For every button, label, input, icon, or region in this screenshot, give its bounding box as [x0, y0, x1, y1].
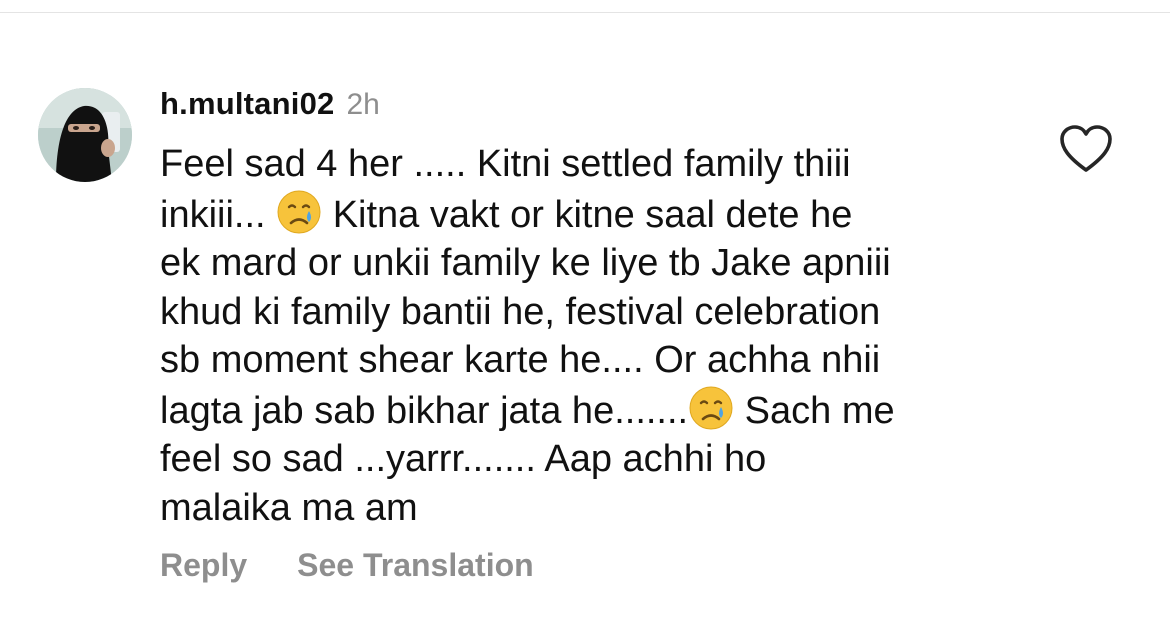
comment-line: feel so sad ...yarrr....... Aap achhi ho: [160, 438, 767, 480]
heart-outline-icon: [1060, 125, 1112, 172]
comment-text: Feel sad 4 her ..... Kitni settled famil…: [160, 140, 1040, 532]
comment-line: khud ki family bantii he, festival celeb…: [160, 290, 881, 333]
comment-line: lagta jab sab bikhar jata he.......: [160, 389, 689, 432]
comment-line: malaika ma am: [160, 486, 418, 529]
comment-header: h.multani02 2h: [160, 86, 380, 126]
crying-face-emoji-icon: [277, 190, 321, 233]
comment-line: inkiii...: [160, 193, 277, 236]
reply-button[interactable]: Reply: [160, 547, 247, 584]
see-translation-button[interactable]: See Translation: [297, 547, 534, 584]
comment-actions: Reply See Translation: [160, 547, 534, 584]
like-button[interactable]: [1058, 124, 1114, 176]
avatar[interactable]: [38, 88, 132, 182]
timestamp: 2h: [346, 88, 380, 121]
username[interactable]: h.multani02: [160, 86, 334, 122]
comment-line: ek mard or unkii family ke liye tb Jake …: [160, 242, 891, 284]
comment-line: Feel sad 4 her ..... Kitni settled famil…: [160, 143, 851, 185]
avatar-image: [38, 88, 132, 182]
comment-line: Kitna vakt or kitne saal dete he: [322, 193, 853, 236]
comment-line: Sach me: [734, 389, 895, 432]
crying-face-emoji-icon: [689, 386, 733, 429]
comment-line: sb moment shear karte he.... Or achha nh…: [160, 339, 881, 381]
comment-item: h.multani02 2h Feel sad 4 her ..... Kitn…: [0, 0, 1170, 621]
